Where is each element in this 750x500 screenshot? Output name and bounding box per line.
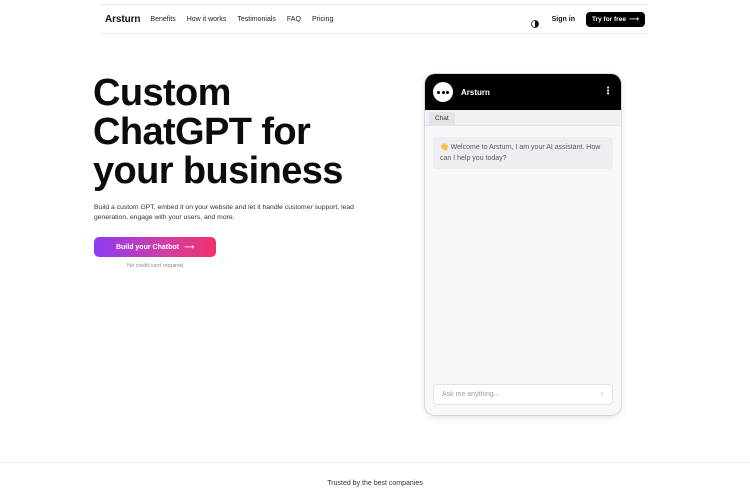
- hero-title-line-1: Custom: [93, 72, 231, 114]
- chat-tabs: Chat: [425, 110, 621, 126]
- no-credit-card-note: No credit card required: [127, 263, 183, 269]
- chat-widget: Arsturn ⋮ Chat 👋 Welcome to Arsturn, I a…: [425, 74, 621, 415]
- build-chatbot-button[interactable]: Build your Chatbot ⟶: [94, 237, 216, 257]
- chat-input-box: ↑: [433, 384, 613, 405]
- top-divider: [100, 4, 648, 5]
- nav-divider: [100, 33, 648, 34]
- more-menu-icon[interactable]: ⋮: [603, 87, 613, 97]
- bot-avatar-icon: [433, 82, 453, 102]
- sign-in-link[interactable]: Sign in: [552, 16, 575, 23]
- nav-link-faq[interactable]: FAQ: [287, 16, 301, 23]
- nav-link-benefits[interactable]: Benefits: [150, 16, 175, 23]
- welcome-message: 👋 Welcome to Arsturn, I am your AI assis…: [433, 137, 613, 169]
- tab-chat[interactable]: Chat: [429, 112, 455, 125]
- try-for-free-button[interactable]: Try for free ⟶: [585, 11, 645, 27]
- hero-title-line-3: your business: [93, 150, 343, 192]
- theme-toggle-icon[interactable]: [530, 15, 539, 28]
- hero-title-line-2: ChatGPT for: [93, 111, 311, 153]
- trusted-by-heading: Trusted by the best companies: [327, 480, 423, 487]
- chat-header: Arsturn ⋮: [425, 74, 621, 110]
- send-arrow-icon[interactable]: ↑: [600, 390, 604, 399]
- top-nav: Arsturn Benefits How it works Testimonia…: [105, 10, 645, 28]
- hero-subtitle: Build a custom GPT, embed it on your web…: [94, 204, 354, 221]
- build-chatbot-label: Build your Chatbot: [115, 243, 179, 251]
- chat-bot-name: Arsturn: [461, 87, 490, 97]
- arrow-right-icon: ⟶: [183, 244, 195, 251]
- try-for-free-label: Try for free: [591, 15, 626, 23]
- nav-link-how-it-works[interactable]: How it works: [187, 16, 227, 23]
- hero-title: Custom ChatGPT for your business: [93, 74, 393, 191]
- nav-right: Sign in Try for free ⟶: [530, 11, 645, 28]
- chat-message-input[interactable]: [442, 391, 600, 398]
- arrow-right-icon: ⟶: [628, 16, 639, 23]
- nav-link-pricing[interactable]: Pricing: [312, 16, 333, 23]
- logo[interactable]: Arsturn: [105, 14, 141, 25]
- nav-link-testimonials[interactable]: Testimonials: [237, 16, 276, 23]
